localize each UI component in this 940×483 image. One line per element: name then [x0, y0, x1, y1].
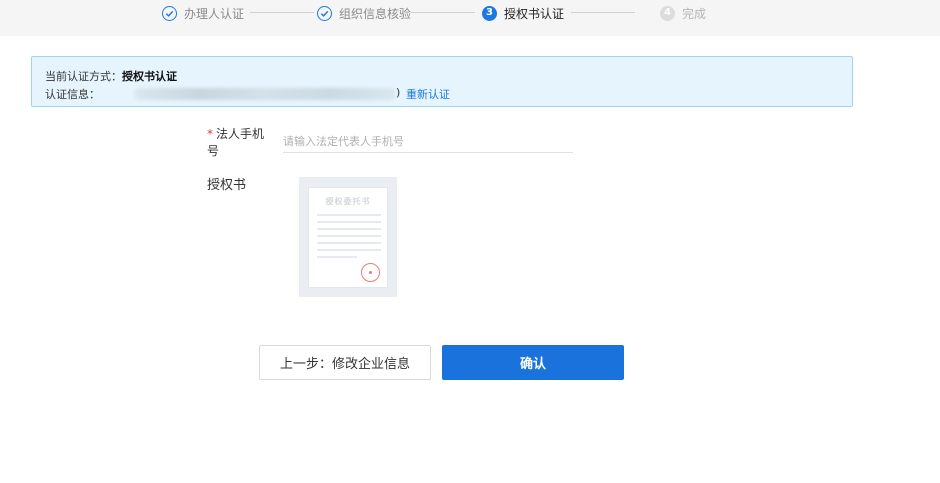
step-org-verify: 组织信息核验	[317, 5, 411, 21]
thumb-title: 授权委托书	[325, 197, 371, 206]
reauth-link[interactable]: 重新认证	[406, 86, 450, 102]
step-label: 办理人认证	[184, 6, 245, 21]
check-circle-icon	[317, 5, 332, 21]
step-number-icon: 4	[660, 5, 675, 21]
text-line	[317, 235, 381, 237]
text-line	[317, 228, 381, 230]
auth-info-row: 认证信息：	[45, 86, 100, 102]
auth-info-label: 认证信息：	[45, 88, 100, 101]
seal-icon	[361, 263, 380, 282]
text-line	[317, 221, 381, 223]
step-connector	[411, 12, 475, 13]
step-label: 授权书认证	[504, 6, 565, 21]
auth-method-value: 授权书认证	[122, 70, 177, 83]
text-line	[317, 249, 381, 251]
confirm-button[interactable]: 确认	[442, 345, 624, 380]
step-label: 完成	[682, 6, 707, 21]
legal-rep-phone-input[interactable]	[283, 131, 573, 153]
text-line	[317, 214, 381, 216]
step-complete: 4 完成	[660, 5, 706, 21]
progress-stepper: 办理人认证 组织信息核验 3 授权书认证 4 完成	[0, 0, 940, 36]
document-thumbnail: 授权委托书	[308, 187, 388, 288]
auth-method-row: 当前认证方式：授权书认证	[45, 68, 177, 84]
check-circle-icon	[162, 5, 177, 21]
step-number-icon: 3	[482, 5, 497, 21]
required-mark: *	[207, 127, 213, 141]
text-line	[317, 242, 381, 244]
step-connector	[571, 12, 635, 13]
step-handler-auth: 办理人认证	[162, 5, 244, 21]
auth-method-label: 当前认证方式：	[45, 70, 122, 83]
info-paren: )	[396, 86, 401, 99]
prev-step-button[interactable]: 上一步：修改企业信息	[259, 345, 431, 380]
authorization-label: 授权书	[207, 178, 247, 193]
auth-info-box: 当前认证方式：授权书认证 认证信息： ) 重新认证	[31, 56, 853, 107]
authorization-letter-upload[interactable]: 授权委托书	[299, 177, 397, 297]
step-authorization: 3 授权书认证	[482, 5, 564, 21]
phone-field-label: * 法人手机号	[207, 127, 265, 158]
step-label: 组织信息核验	[339, 6, 412, 21]
step-connector	[250, 12, 314, 13]
redacted-info	[134, 88, 396, 100]
text-line	[317, 256, 357, 258]
